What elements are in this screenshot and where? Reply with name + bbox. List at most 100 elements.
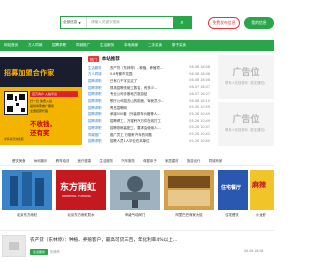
search-input[interactable]: 请输入关键字搜索 (87, 17, 173, 28)
news-title-link[interactable]: 5.6号都市花园 (110, 71, 186, 76)
category-tabs: 餐饮美食 休闲娱乐 教育培训 医疗健康 生活服务 汽车服务 母婴亲子 家居建材 … (0, 156, 274, 166)
news-row[interactable]: 招聘求职 已有几千字见过了 06-08 18:08 (88, 77, 212, 83)
news-category-link[interactable]: 招聘求职 (88, 91, 110, 96)
category-tab[interactable]: 旅游出行 (187, 158, 201, 163)
news-category-link[interactable]: 招聘求职 (88, 98, 110, 103)
news-title-link[interactable]: 承接500套（外装修车价格等人... (110, 111, 186, 116)
nav-item[interactable]: 生活服务 (100, 43, 114, 48)
news-category-link[interactable]: 生活服务 (88, 65, 110, 70)
thumbnail-caption[interactable]: 阿里巴巴商家大促 (163, 212, 215, 217)
thumbnail-caption[interactable]: 北京东方雨虹防水 (55, 212, 107, 217)
search-bar: 全部信息 ▼ 请输入关键字搜索 ⌕ (60, 16, 192, 29)
nav-item[interactable]: 万人同城 (28, 43, 42, 48)
news-row[interactable]: 招聘求职 招聘熟练装配工，要求会使用人... 05-26 10:47 (88, 124, 212, 130)
thumbnail-image[interactable]: 住宅餐厅 (218, 170, 248, 210)
news-category-link[interactable]: 万人同城 (88, 71, 110, 76)
image-placeholder-icon (2, 235, 26, 257)
news-row[interactable]: 万人同城 5.6号都市花园 06-08 18:08 (88, 71, 212, 77)
news-category-link[interactable]: 招聘求职 (88, 78, 110, 83)
thumbnail-caption[interactable]: 北京东方雨虹 (1, 212, 53, 217)
news-row[interactable]: 招聘求职 承接500套（外装修车价格等人... 05-26 10:49 (88, 111, 212, 117)
ad-placeholder[interactable]: 广告位 联系人在线咨询（暂无通知） (218, 102, 274, 146)
thumbnail-image[interactable] (164, 170, 214, 210)
thumbnail-caption[interactable]: 小龙虾 (248, 212, 274, 217)
search-icon: ⌕ (180, 18, 184, 26)
news-category-link[interactable]: 招聘求职 (88, 111, 110, 116)
thumbnail-image[interactable] (2, 170, 52, 210)
ad-subtitle: 联系人在线咨询（暂无通知） (225, 128, 267, 132)
news-title-link[interactable]: 专业公司诊断地方旅游贴 (110, 91, 186, 96)
news-row[interactable]: 同城推广 推广员工 万辊轩汽车的问题 05-26 10:42 (88, 131, 212, 137)
category-tab[interactable]: 汽车服务 (121, 158, 135, 163)
publish-button[interactable]: 免费发布信息 (208, 17, 240, 29)
news-row[interactable]: 招聘求职 歌厅公司招去山的前面，驾驶员小... 06-08 18:10 (88, 98, 212, 104)
news-title-link[interactable]: 歌厅公司招去山的前面，驾驶员小... (110, 98, 186, 103)
news-date: 05-26 10:49 (189, 111, 210, 116)
thumbnail-image[interactable] (110, 170, 160, 210)
news-date: 05-26 10:47 (189, 125, 210, 130)
news-row[interactable]: 招聘求职 招聘焊工，万辊轩汽万件在线打工 05-26 10:49 (88, 118, 212, 124)
news-title-link[interactable]: 已有几千字见过了 (110, 78, 186, 83)
news-category-link[interactable]: 招聘求职 (88, 105, 110, 110)
news-date: 06-08 18:10 (189, 98, 210, 103)
news-title-link[interactable]: 农产贷（东林停）- 种植、养殖项... (110, 65, 186, 70)
category-tab[interactable]: 休闲娱乐 (34, 158, 48, 163)
news-title-link[interactable]: 招聘熟练装配工，要求会使用人... (110, 125, 186, 130)
nav-item[interactable]: 同城推广 (76, 43, 90, 48)
news-title-link[interactable]: 招聘焊工，万辊轩汽万件在线打工 (110, 118, 186, 123)
thumbnail-image[interactable]: 东方雨虹 ORIENTAL YUHONG (56, 170, 106, 210)
news-title-link[interactable]: 招聘人员1人毕业在本单位 (110, 138, 186, 143)
news-row[interactable]: 招聘求职 青岛招聘网 05-30 10:59 (88, 104, 212, 110)
category-tab[interactable]: 家居建材 (165, 158, 179, 163)
banner-note: 详情请咨询客服 (4, 137, 24, 141)
news-category-link[interactable]: 招聘求职 (88, 118, 110, 123)
food-sign-text: 麻辣 (252, 181, 266, 189)
banner-big-text: 还有奖 (30, 129, 50, 137)
nav-item[interactable]: 招聘求职 (52, 43, 66, 48)
news-title-link[interactable]: 现场招聘洗碗工数名，有多少... (110, 85, 186, 90)
promo-banner[interactable]: 招募加盟合作家 百万商户 入驻平台 扫一扫 免费入驻 提供商家推广服务 全国招募… (0, 57, 82, 145)
banner-line: 扫一扫 免费入驻 (30, 99, 52, 103)
brand-logo-text: 东方雨虹 (60, 183, 97, 193)
nav-item[interactable]: 网站首页 (4, 43, 18, 48)
news-list: 热门 本站推荐 生活服务 农产贷（东林停）- 种植、养殖项... 06-08 18:… (88, 55, 212, 147)
my-info-button[interactable]: 我的信息 (244, 17, 274, 29)
category-tab[interactable]: 同城商家 (209, 158, 223, 163)
news-title-link[interactable]: 推广员工 万辊轩汽车的问题 (110, 132, 186, 137)
news-category-link[interactable]: 招聘求职 (88, 85, 110, 90)
news-title-link[interactable]: 青岛招聘网 (110, 105, 186, 110)
brand-logo-subtext: ORIENTAL YUHONG (62, 194, 91, 198)
search-category-select[interactable]: 全部信息 ▼ (61, 17, 87, 28)
ad-placeholder[interactable]: 广告位 联系人在线咨询（暂无通知） (218, 55, 274, 99)
feed-title[interactable]: 农产贷（东林停）：种植、养殖客户，最高可贷三百，年化利率4%以上... (30, 237, 177, 243)
category-tab[interactable]: 餐饮美食 (12, 158, 26, 163)
feed-item[interactable]: 农产贷（东林停）：种植、养殖客户，最高可贷三百，年化利率4%以上... 生活服务… (0, 230, 274, 262)
search-category-label: 全部信息 (63, 20, 78, 24)
news-row[interactable]: 生活服务 农产贷（东林停）- 种植、养殖项... 06-08 18:08 (88, 64, 212, 70)
nav-item[interactable]: 带子买卖 (172, 43, 186, 48)
thumbnail-caption[interactable]: 甲级气动阀门 (109, 212, 161, 217)
news-category-link[interactable]: 招聘求职 (88, 138, 110, 143)
thumbnail-image[interactable]: 麻辣 (250, 170, 274, 210)
news-category-link[interactable]: 同城推广 (88, 132, 110, 137)
banner-line: 全国招募代理 (30, 109, 49, 113)
building-image (2, 170, 52, 210)
store-image (164, 170, 214, 210)
news-row[interactable]: 招聘求职 现场招聘洗碗工数名，有多少... 06-07 18:07 (88, 84, 212, 90)
chevron-down-icon: ▼ (78, 20, 81, 25)
banner-header: 招募加盟合作家 (0, 57, 82, 87)
news-date: 06-08 18:08 (189, 65, 210, 70)
search-button[interactable]: ⌕ (173, 17, 191, 28)
category-tab[interactable]: 医疗健康 (78, 158, 92, 163)
news-row[interactable]: 招聘求职 专业公司诊断地方旅游贴 06-07 16:27 (88, 91, 212, 97)
nav-item[interactable]: 本地商家 (124, 43, 138, 48)
valve-image (110, 170, 160, 210)
news-row[interactable]: 招聘求职 招聘人员1人毕业在本单位 05-26 10:40 (88, 138, 212, 144)
news-date: 05-26 10:40 (189, 138, 210, 143)
news-category-link[interactable]: 招聘求职 (88, 125, 110, 130)
nav-item[interactable]: 二手买卖 (148, 43, 162, 48)
category-tab[interactable]: 生活服务 (99, 158, 113, 163)
news-date: 06-07 16:27 (189, 91, 210, 96)
category-tab[interactable]: 母婴亲子 (143, 158, 157, 163)
category-tab[interactable]: 教育培训 (56, 158, 70, 163)
